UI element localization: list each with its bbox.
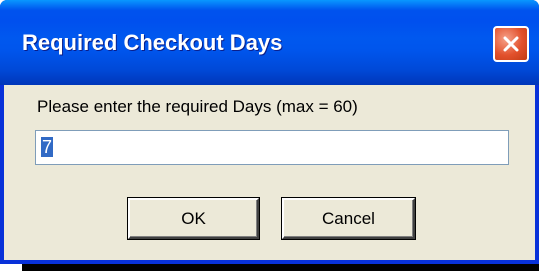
title-bar[interactable]: Required Checkout Days <box>0 0 539 85</box>
cancel-button[interactable]: Cancel <box>282 198 415 239</box>
prompt-label: Please enter the required Days (max = 60… <box>37 97 358 116</box>
window-title: Required Checkout Days <box>22 30 283 55</box>
close-button[interactable] <box>493 26 529 62</box>
close-icon <box>503 36 519 52</box>
days-input[interactable]: 7 <box>35 130 509 165</box>
days-input-value: 7 <box>41 137 54 157</box>
dialog-body: Please enter the required Days (max = 60… <box>4 85 535 260</box>
page-bottom-shadow <box>22 264 539 271</box>
checkout-days-dialog: Required Checkout Days Please enter the … <box>0 0 539 264</box>
ok-button[interactable]: OK <box>128 198 259 239</box>
